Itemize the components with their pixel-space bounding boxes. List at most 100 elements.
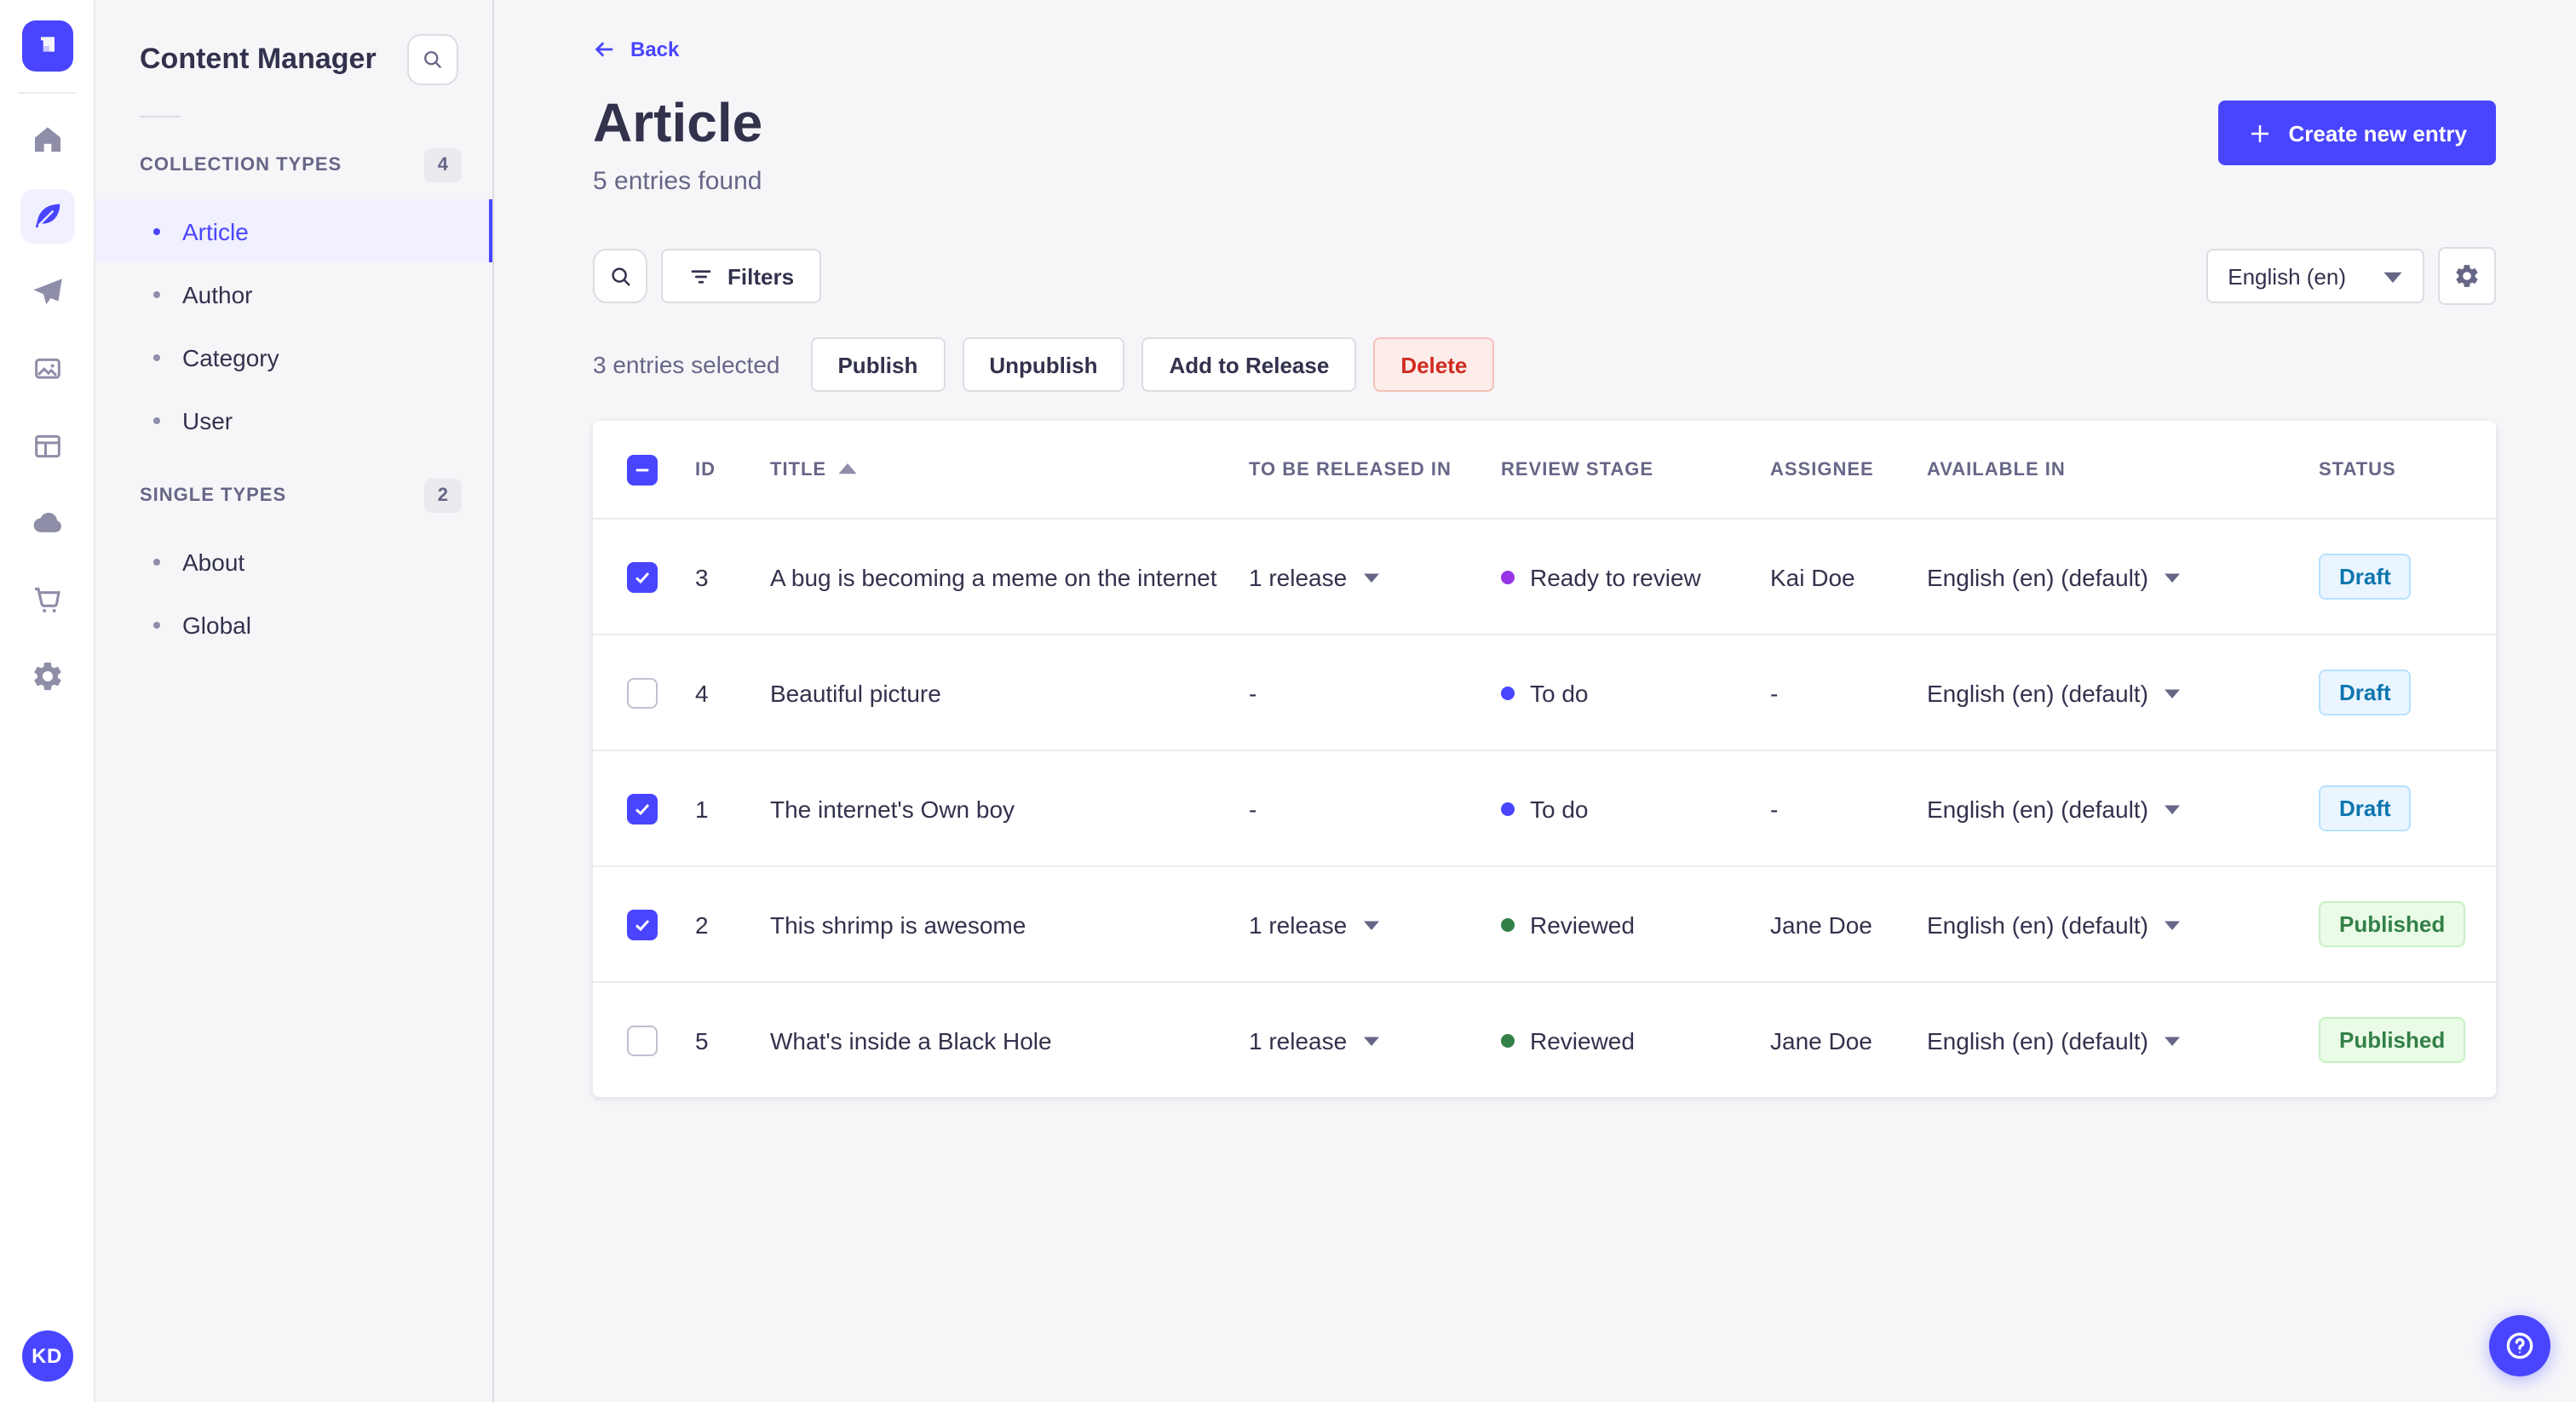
status-badge: Draft	[2319, 669, 2412, 716]
bullet-icon	[153, 290, 160, 297]
column-header-available-in[interactable]: AVAILABLE IN	[1927, 459, 2319, 480]
cart-icon[interactable]	[20, 572, 74, 627]
cell-assignee: -	[1770, 679, 1779, 707]
column-header-title[interactable]: TITLE	[770, 459, 1249, 480]
delete-button[interactable]: Delete	[1373, 337, 1495, 393]
stage-dot	[1501, 686, 1515, 700]
cell-title: The internet's Own boy	[770, 795, 1015, 823]
row-checkbox[interactable]	[627, 677, 658, 709]
sidebar-item-article[interactable]: Article	[95, 199, 492, 262]
cell-available-in[interactable]: English (en) (default)	[1927, 795, 2319, 822]
strapi-logo[interactable]	[21, 20, 72, 72]
chevron-down-icon	[2164, 1036, 2180, 1046]
table-row[interactable]: 4 Beautiful picture - To do - English (e…	[593, 634, 2496, 750]
sidebar-item-category[interactable]: Category	[95, 325, 492, 388]
column-header-release[interactable]: TO BE RELEASED IN	[1249, 459, 1501, 480]
view-settings-gear-icon[interactable]	[2438, 247, 2496, 306]
layout-icon[interactable]	[20, 419, 74, 474]
cell-id: 5	[695, 1026, 709, 1054]
cell-review-stage: Reviewed	[1501, 1026, 1770, 1054]
back-link[interactable]: Back	[593, 37, 679, 61]
column-header-review-stage[interactable]: REVIEW STAGE	[1501, 459, 1770, 480]
locale-select[interactable]: English (en)	[2205, 249, 2424, 304]
sidebar-item-label: Author	[182, 280, 253, 307]
entries-count: 5 entries found	[593, 167, 762, 197]
add-to-release-button[interactable]: Add to Release	[1141, 337, 1357, 393]
cell-id: 2	[695, 911, 709, 939]
entries-table: ID TITLE TO BE RELEASED IN REVIEW STAGE …	[593, 421, 2496, 1098]
stage-dot	[1501, 917, 1515, 932]
status-badge: Published	[2319, 1017, 2466, 1064]
bullet-icon	[153, 621, 160, 628]
main-content: Back Article 5 entries found Create new …	[494, 0, 2576, 1402]
search-icon[interactable]	[593, 249, 647, 304]
sort-asc-icon	[838, 463, 857, 474]
search-icon[interactable]	[407, 34, 458, 85]
chevron-down-icon	[2164, 804, 2180, 814]
unpublish-button[interactable]: Unpublish	[962, 337, 1125, 393]
row-checkbox[interactable]	[627, 909, 658, 940]
table-row[interactable]: 1 The internet's Own boy - To do - Engli…	[593, 750, 2496, 865]
content-manager-subnav: Content Manager COLLECTION TYPES 4 Artic…	[95, 0, 494, 1402]
sidebar-item-global[interactable]: Global	[95, 593, 492, 656]
table-row[interactable]: 3 A bug is becoming a meme on the intern…	[593, 518, 2496, 634]
table-header-row: ID TITLE TO BE RELEASED IN REVIEW STAGE …	[593, 421, 2496, 518]
filter-icon	[691, 269, 711, 283]
row-checkbox[interactable]	[627, 793, 658, 825]
chevron-down-icon	[2383, 272, 2402, 283]
cell-release[interactable]: -	[1249, 679, 1501, 706]
sidebar-item-author[interactable]: Author	[95, 262, 492, 325]
home-icon[interactable]	[20, 112, 74, 167]
cell-release[interactable]: 1 release	[1249, 1026, 1501, 1054]
bullet-icon	[153, 227, 160, 234]
paper-plane-icon[interactable]	[20, 266, 74, 320]
subnav-divider	[140, 116, 181, 118]
sidebar-item-label: Global	[182, 611, 251, 638]
cell-review-stage: To do	[1501, 795, 1770, 822]
sidebar-item-user[interactable]: User	[95, 388, 492, 451]
sidebar-item-about[interactable]: About	[95, 530, 492, 593]
sidebar-item-label: About	[182, 548, 245, 575]
cell-assignee: Kai Doe	[1770, 563, 1855, 591]
publish-button[interactable]: Publish	[810, 337, 946, 393]
cell-release[interactable]: 1 release	[1249, 563, 1501, 590]
selection-summary: 3 entries selected	[593, 351, 780, 379]
cell-review-stage: Reviewed	[1501, 911, 1770, 938]
sidebar-item-label: User	[182, 406, 233, 434]
cell-available-in[interactable]: English (en) (default)	[1927, 679, 2319, 706]
status-badge: Draft	[2319, 554, 2412, 600]
row-checkbox[interactable]	[627, 1025, 658, 1056]
cloud-icon[interactable]	[20, 496, 74, 550]
cell-release[interactable]: -	[1249, 795, 1501, 822]
select-all-checkbox[interactable]	[627, 454, 658, 486]
page-title: Article	[593, 92, 763, 153]
section-label-collection-types: COLLECTION TYPES	[140, 155, 342, 175]
filters-button[interactable]: Filters	[661, 249, 822, 304]
stage-dot	[1501, 802, 1515, 816]
cell-available-in[interactable]: English (en) (default)	[1927, 911, 2319, 938]
cell-available-in[interactable]: English (en) (default)	[1927, 563, 2319, 590]
cell-title: Beautiful picture	[770, 679, 941, 707]
column-header-assignee[interactable]: ASSIGNEE	[1770, 459, 1927, 480]
feather-icon[interactable]	[20, 189, 74, 244]
subnav-title: Content Manager	[140, 43, 377, 75]
sidebar-item-label: Article	[182, 217, 249, 244]
create-new-entry-button[interactable]: Create new entry	[2218, 101, 2496, 165]
plus-icon	[2251, 124, 2269, 141]
status-badge: Published	[2319, 901, 2466, 948]
column-header-id[interactable]: ID	[695, 459, 770, 480]
user-avatar[interactable]: KD	[21, 1330, 72, 1382]
media-images-icon[interactable]	[20, 342, 74, 397]
gear-icon[interactable]	[20, 649, 74, 704]
question-mark-icon	[2506, 1332, 2533, 1359]
cell-release[interactable]: 1 release	[1249, 911, 1501, 938]
table-row[interactable]: 5 What's inside a Black Hole 1 release R…	[593, 981, 2496, 1097]
table-row[interactable]: 2 This shrimp is awesome 1 release Revie…	[593, 865, 2496, 981]
cell-available-in[interactable]: English (en) (default)	[1927, 1026, 2319, 1054]
cell-assignee: Jane Doe	[1770, 911, 1872, 939]
chevron-down-icon	[2164, 688, 2180, 698]
sidebar-item-label: Category	[182, 343, 279, 371]
help-button[interactable]	[2489, 1315, 2550, 1376]
column-header-status[interactable]: STATUS	[2319, 459, 2475, 480]
row-checkbox[interactable]	[627, 561, 658, 593]
